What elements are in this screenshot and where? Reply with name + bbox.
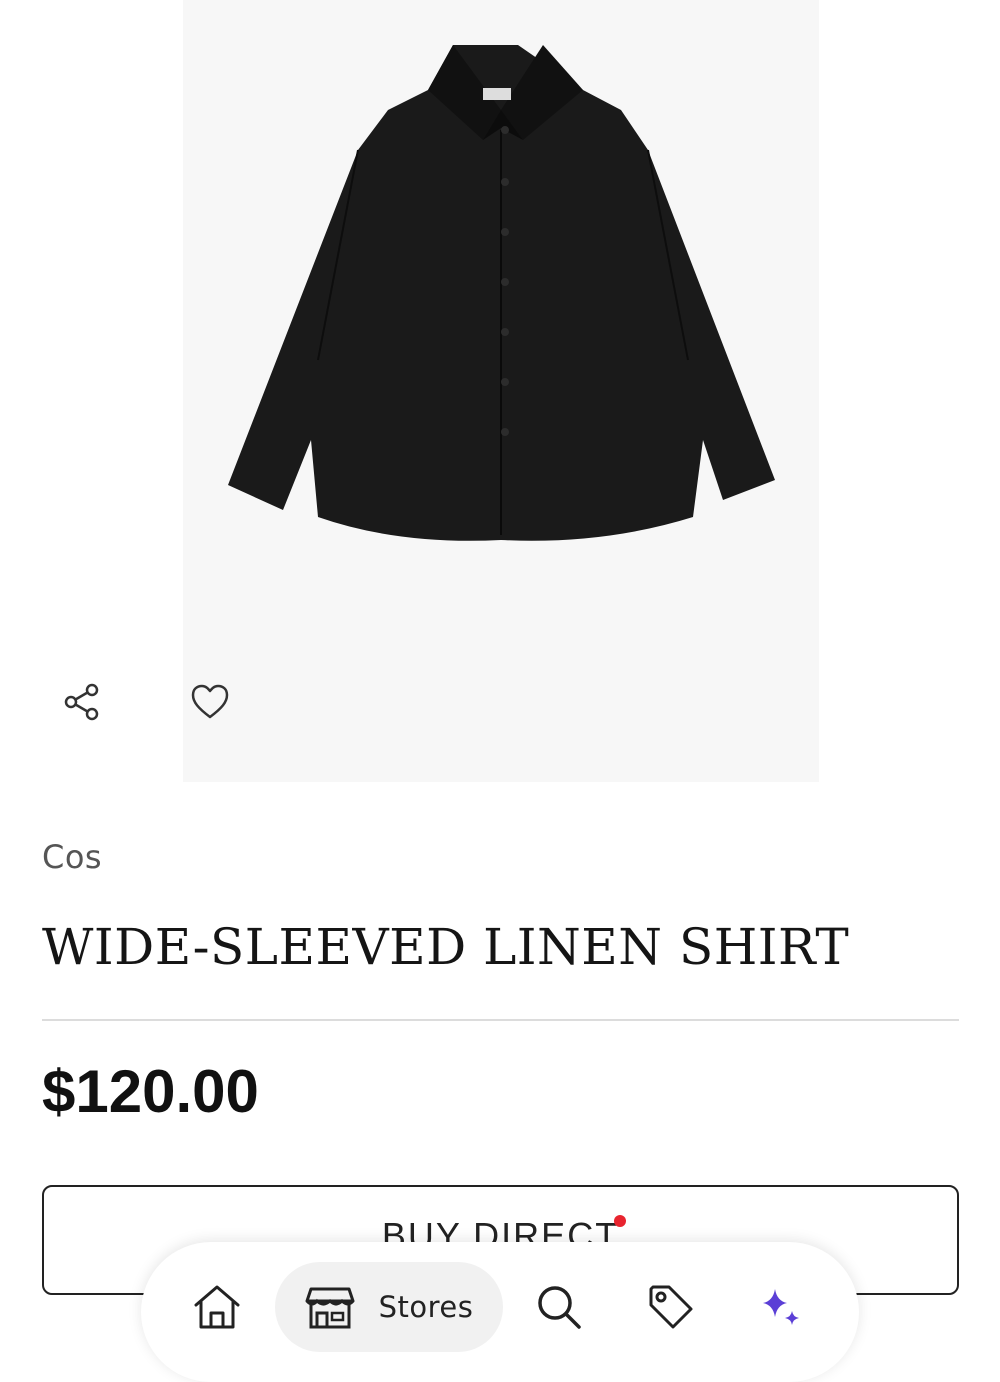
nav-home[interactable]	[181, 1262, 253, 1352]
heart-icon	[191, 684, 229, 719]
divider	[42, 1019, 959, 1021]
store-icon	[305, 1287, 355, 1329]
notification-dot	[614, 1215, 626, 1227]
share-button[interactable]	[58, 678, 106, 726]
bottom-navigation: Stores	[141, 1242, 859, 1382]
nav-search[interactable]	[523, 1262, 595, 1352]
search-icon	[538, 1286, 581, 1329]
nav-stores-label: Stores	[378, 1290, 474, 1324]
shirt-illustration	[228, 45, 775, 541]
share-icon	[64, 683, 99, 721]
sparkle-icon	[763, 1289, 799, 1325]
product-price: $120.00	[42, 1058, 259, 1125]
tag-icon	[649, 1285, 693, 1329]
product-image[interactable]	[183, 0, 819, 782]
brand-name[interactable]: Cos	[42, 838, 102, 876]
nav-stores[interactable]: Stores	[275, 1262, 503, 1352]
nav-deals[interactable]	[635, 1262, 707, 1352]
nav-ai-assistant[interactable]	[745, 1262, 817, 1352]
product-title: WIDE-SLEEVED LINEN SHIRT	[42, 918, 850, 976]
home-icon	[194, 1285, 240, 1329]
favorite-button[interactable]	[186, 678, 234, 726]
